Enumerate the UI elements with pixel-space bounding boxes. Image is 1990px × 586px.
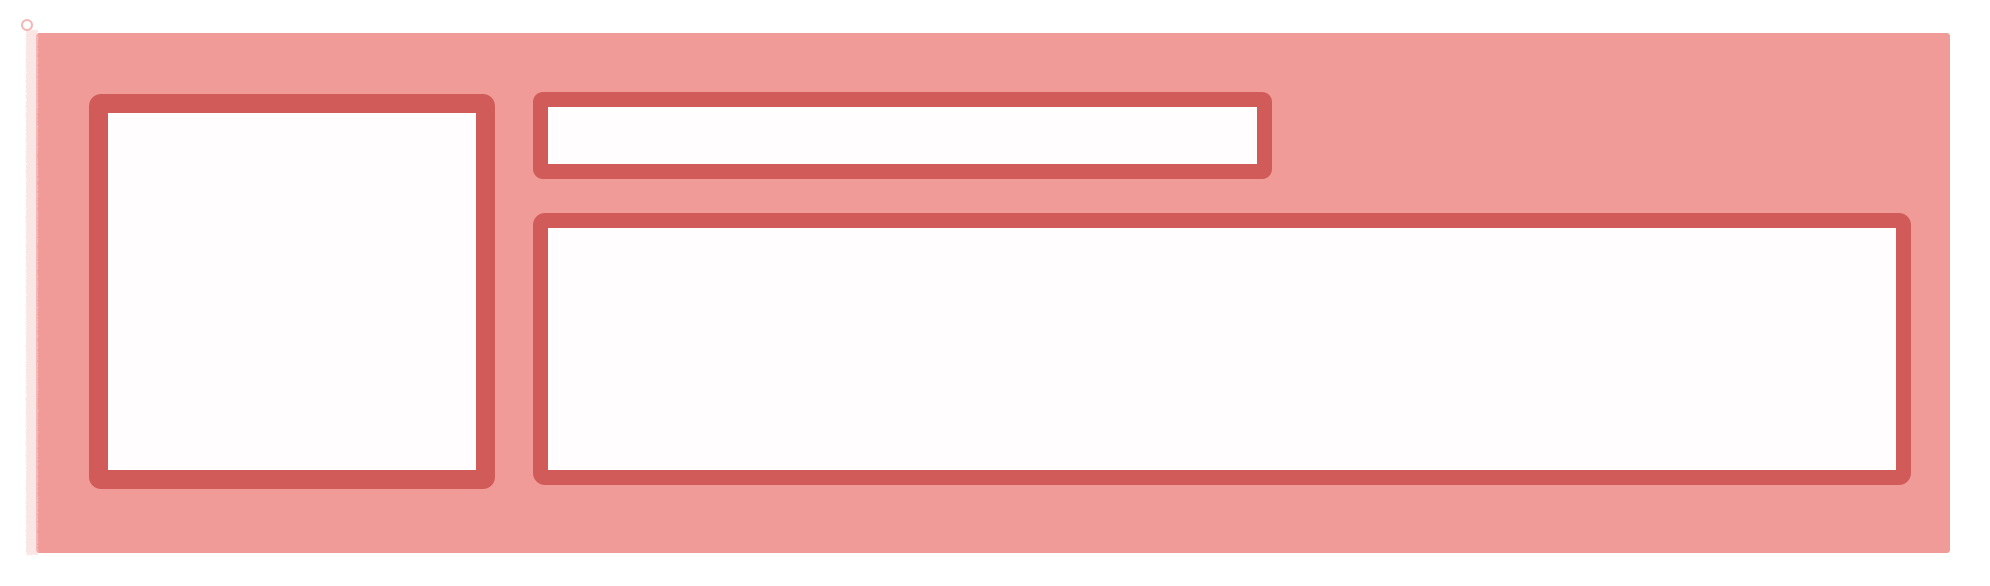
content-placeholder: [533, 213, 1911, 485]
thumbnail-placeholder: [89, 94, 495, 489]
title-placeholder: [533, 92, 1272, 179]
wireframe-stage: [0, 0, 1990, 586]
card-container: [36, 33, 1950, 553]
